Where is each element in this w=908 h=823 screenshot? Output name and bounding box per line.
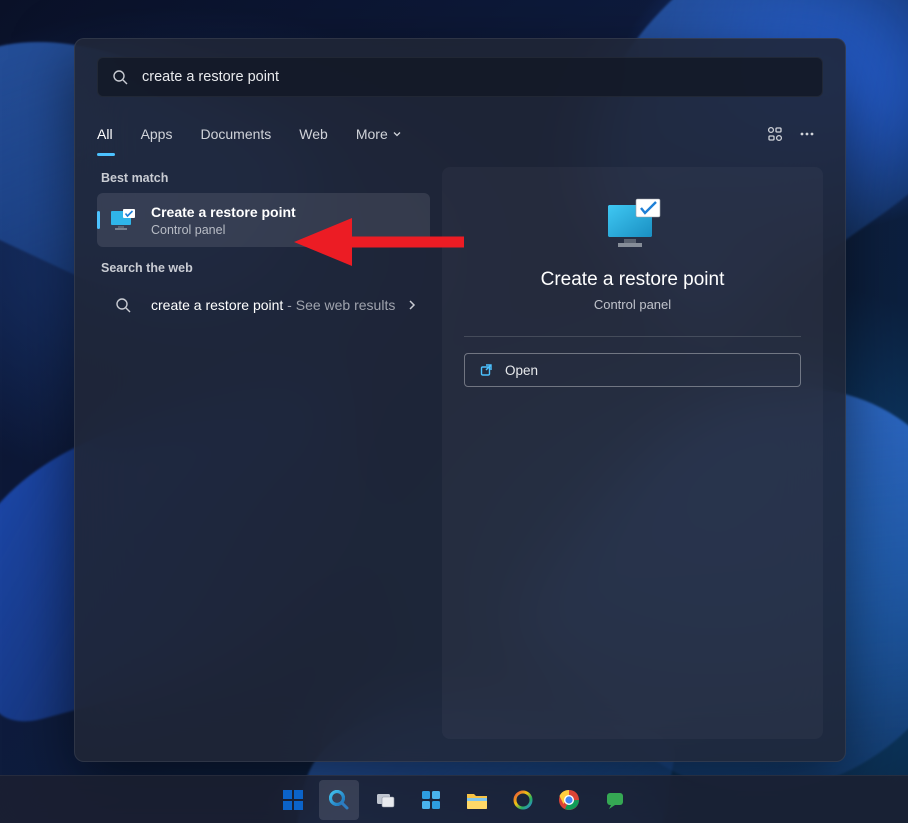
result-create-restore-point[interactable]: Create a restore point Control panel (97, 193, 430, 247)
chevron-down-icon (392, 129, 402, 139)
start-button[interactable] (273, 780, 313, 820)
preview-title: Create a restore point (541, 269, 725, 291)
tab-web[interactable]: Web (299, 120, 328, 148)
search-magnifier-icon (328, 789, 350, 811)
result-web-search[interactable]: create a restore point - See web results (97, 283, 430, 327)
search-the-web-label: Search the web (101, 261, 430, 275)
open-link-icon (479, 363, 493, 377)
tab-documents[interactable]: Documents (200, 120, 271, 148)
tab-apps[interactable]: Apps (141, 120, 173, 148)
more-options-button[interactable] (791, 118, 823, 150)
windows-logo-icon (281, 788, 305, 812)
app-button-2[interactable] (595, 780, 635, 820)
search-taskbar-button[interactable] (319, 780, 359, 820)
task-view-icon (374, 789, 396, 811)
web-result-title: create a restore point - See web results (151, 296, 406, 314)
search-input[interactable] (142, 69, 808, 85)
taskbar (0, 775, 908, 823)
preview-subtitle: Control panel (594, 297, 671, 312)
control-panel-icon (109, 208, 137, 232)
search-flyout: All Apps Documents Web More Best match (74, 38, 846, 762)
search-bar[interactable] (97, 57, 823, 97)
chevron-right-icon (406, 299, 418, 311)
folder-icon (465, 789, 489, 811)
open-button-label: Open (505, 363, 538, 378)
control-panel-icon-large (604, 197, 662, 251)
chrome-icon (558, 789, 580, 811)
apps-grid-icon (766, 125, 784, 143)
ellipsis-icon (799, 126, 815, 142)
result-subtitle: Control panel (151, 223, 418, 237)
tab-more[interactable]: More (356, 120, 402, 148)
filter-tabs: All Apps Documents Web More (75, 117, 845, 151)
app-button-1[interactable] (503, 780, 543, 820)
search-icon (112, 69, 128, 85)
ring-app-icon (512, 789, 534, 811)
quick-search-button[interactable] (759, 118, 791, 150)
task-view-button[interactable] (365, 780, 405, 820)
widgets-icon (420, 789, 442, 811)
best-match-label: Best match (101, 171, 430, 185)
chrome-button[interactable] (549, 780, 589, 820)
file-explorer-button[interactable] (457, 780, 497, 820)
tab-more-label: More (356, 126, 388, 142)
preview-pane: Create a restore point Control panel Ope… (442, 167, 823, 739)
chat-app-icon (605, 790, 625, 810)
result-title: Create a restore point (151, 203, 418, 221)
divider (464, 336, 801, 337)
open-button[interactable]: Open (464, 353, 801, 387)
widgets-button[interactable] (411, 780, 451, 820)
search-icon (109, 293, 137, 317)
tab-all[interactable]: All (97, 120, 113, 148)
results-list: Best match Create a restore point Contro… (97, 167, 430, 739)
